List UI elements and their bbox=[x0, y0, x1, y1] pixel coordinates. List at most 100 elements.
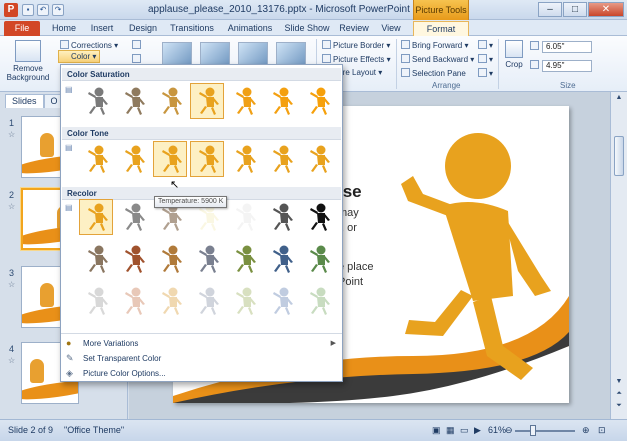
scroll-thumb[interactable] bbox=[614, 136, 624, 176]
color-button[interactable]: Color ▾ bbox=[58, 50, 100, 63]
tab-transitions[interactable]: Transitions bbox=[166, 21, 218, 36]
color-swatch[interactable] bbox=[301, 141, 335, 177]
tab-review[interactable]: Review bbox=[336, 21, 372, 36]
bring-forward-button[interactable]: Bring Forward ▾ bbox=[401, 40, 469, 50]
color-swatch[interactable] bbox=[79, 241, 113, 277]
tab-format[interactable]: Format bbox=[413, 21, 469, 36]
saturation-section-icon: ▤ bbox=[65, 85, 73, 94]
color-swatch[interactable] bbox=[153, 283, 187, 319]
color-swatch[interactable] bbox=[190, 83, 224, 119]
zoom-slider-knob[interactable] bbox=[530, 425, 536, 436]
color-swatch[interactable] bbox=[116, 199, 150, 235]
figure-swatch-icon bbox=[125, 145, 145, 173]
scroll-up-icon[interactable]: ▲ bbox=[614, 94, 624, 104]
color-swatch[interactable] bbox=[264, 83, 298, 119]
color-swatch[interactable] bbox=[116, 241, 150, 277]
color-swatch[interactable] bbox=[190, 241, 224, 277]
vertical-scrollbar[interactable]: ▲ ▼ ⏶ ⏷ bbox=[610, 92, 627, 419]
color-swatch[interactable] bbox=[153, 141, 187, 177]
group-button[interactable]: ▾ bbox=[478, 54, 493, 64]
fit-to-window-icon[interactable]: ⊡ bbox=[598, 425, 606, 436]
tab-view[interactable]: View bbox=[376, 21, 406, 36]
picture-border-label: Picture Border bbox=[333, 41, 385, 50]
compress-pictures-button[interactable] bbox=[132, 40, 143, 50]
color-swatch[interactable] bbox=[116, 141, 150, 177]
picture-color-options-item[interactable]: ◈ Picture Color Options... bbox=[61, 366, 342, 381]
align-icon bbox=[478, 40, 487, 49]
width-spinner[interactable]: 4.95" bbox=[542, 60, 592, 72]
send-backward-button[interactable]: Send Backward ▾ bbox=[401, 54, 474, 64]
zoom-in-icon[interactable]: ⊕ bbox=[582, 425, 590, 436]
corrections-button[interactable]: Corrections ▾ bbox=[60, 40, 118, 50]
tab-slides[interactable]: Slides bbox=[5, 94, 44, 108]
send-backward-label: Send Backward bbox=[412, 55, 469, 64]
color-swatch[interactable] bbox=[116, 283, 150, 319]
figure-swatch-icon bbox=[162, 245, 182, 273]
normal-view-icon[interactable]: ▣ bbox=[432, 425, 441, 436]
slide-show-view-icon[interactable]: ▶ bbox=[474, 425, 481, 436]
undo-icon[interactable]: ↶ bbox=[37, 4, 49, 16]
color-swatch[interactable] bbox=[153, 83, 187, 119]
align-button[interactable]: ▾ bbox=[478, 40, 493, 50]
color-swatch[interactable] bbox=[227, 141, 261, 177]
selection-pane-button[interactable]: Selection Pane bbox=[401, 68, 466, 78]
scroll-down-icon[interactable]: ▼ bbox=[614, 378, 624, 388]
redo-icon[interactable]: ↷ bbox=[52, 4, 64, 16]
ribbon-separator bbox=[498, 39, 499, 89]
picture-effects-button[interactable]: Picture Effects ▾ bbox=[322, 54, 391, 64]
set-transparent-color-item[interactable]: ✎ Set Transparent Color bbox=[61, 351, 342, 366]
more-variations-item[interactable]: ● More Variations ▶ bbox=[61, 336, 342, 351]
change-picture-button[interactable] bbox=[132, 54, 143, 64]
color-swatch[interactable] bbox=[79, 199, 113, 235]
color-swatch[interactable] bbox=[227, 241, 261, 277]
remove-background-button[interactable]: Remove Background bbox=[6, 40, 50, 82]
color-swatch[interactable] bbox=[190, 141, 224, 177]
reading-view-icon[interactable]: ▭ bbox=[460, 425, 469, 436]
tab-slide-show[interactable]: Slide Show bbox=[282, 21, 332, 36]
color-saturation-header: Color Saturation bbox=[62, 68, 341, 81]
color-swatch[interactable] bbox=[301, 199, 335, 235]
color-swatch[interactable] bbox=[264, 241, 298, 277]
rotate-button[interactable]: ▾ bbox=[478, 68, 493, 78]
zoom-slider-track[interactable] bbox=[515, 430, 575, 432]
tab-design[interactable]: Design bbox=[124, 21, 162, 36]
color-swatch[interactable] bbox=[227, 283, 261, 319]
next-slide-icon[interactable]: ⏷ bbox=[614, 402, 624, 412]
color-swatch[interactable] bbox=[301, 241, 335, 277]
zoom-level[interactable]: 61% bbox=[488, 425, 506, 435]
color-swatch[interactable] bbox=[79, 83, 113, 119]
rotate-icon bbox=[478, 68, 487, 77]
tab-animations[interactable]: Animations bbox=[222, 21, 278, 36]
color-swatch[interactable] bbox=[190, 283, 224, 319]
animation-star-icon: ☆ bbox=[8, 280, 16, 289]
size-group-label: Size bbox=[560, 81, 576, 90]
picture-border-button[interactable]: Picture Border ▾ bbox=[322, 40, 390, 50]
color-swatch[interactable] bbox=[301, 283, 335, 319]
color-swatch[interactable] bbox=[264, 283, 298, 319]
color-swatch[interactable] bbox=[301, 83, 335, 119]
temperature-tooltip: Temperature: 5900 K bbox=[154, 196, 228, 208]
save-icon[interactable]: ▪ bbox=[22, 4, 34, 16]
crop-button[interactable]: Crop bbox=[502, 40, 526, 69]
color-swatch[interactable] bbox=[264, 199, 298, 235]
ribbon-tabs: File Home Insert Design Transitions Anim… bbox=[0, 20, 627, 36]
tab-home[interactable]: Home bbox=[48, 21, 80, 36]
tab-insert[interactable]: Insert bbox=[84, 21, 120, 36]
minimize-button[interactable]: – bbox=[538, 2, 562, 17]
slide-sorter-icon[interactable]: ▦ bbox=[446, 425, 455, 436]
color-swatch[interactable] bbox=[79, 283, 113, 319]
zoom-out-icon[interactable]: ⊖ bbox=[505, 425, 513, 436]
tab-file[interactable]: File bbox=[4, 21, 40, 36]
color-swatch[interactable] bbox=[227, 199, 261, 235]
color-swatch[interactable] bbox=[79, 141, 113, 177]
color-swatch[interactable] bbox=[116, 83, 150, 119]
close-button[interactable]: ✕ bbox=[588, 2, 624, 17]
remove-background-icon bbox=[15, 40, 41, 62]
color-swatch[interactable] bbox=[153, 241, 187, 277]
color-swatch[interactable] bbox=[264, 141, 298, 177]
powerpoint-app-icon[interactable]: P bbox=[4, 3, 18, 17]
color-swatch[interactable] bbox=[227, 83, 261, 119]
previous-slide-icon[interactable]: ⏶ bbox=[614, 390, 624, 400]
maximize-button[interactable]: □ bbox=[563, 2, 587, 17]
height-spinner[interactable]: 6.05" bbox=[542, 41, 592, 53]
